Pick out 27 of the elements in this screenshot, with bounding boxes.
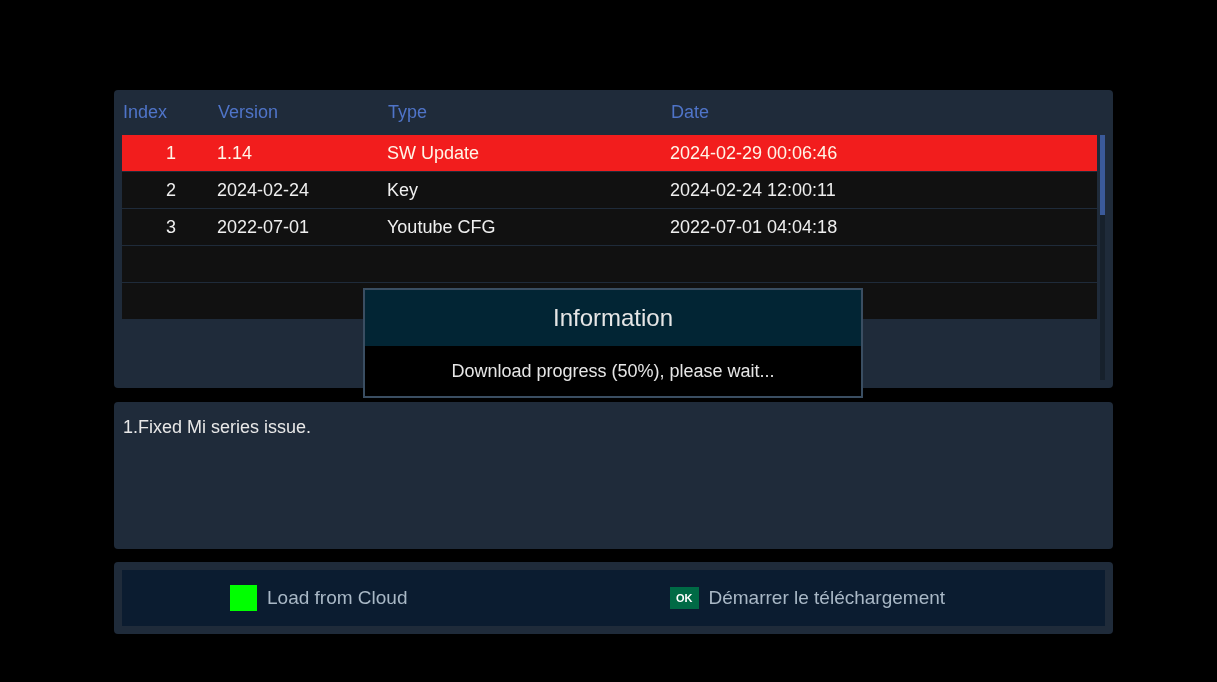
release-notes: 1.Fixed Mi series issue. bbox=[123, 416, 313, 439]
ok-key-badge: OK bbox=[670, 586, 699, 610]
table-cell: 2024-02-24 bbox=[217, 179, 310, 200]
dialog-message: Download progress (50%), please wait... bbox=[450, 359, 776, 383]
scrollbar-thumb[interactable] bbox=[1100, 135, 1105, 215]
table-cell: SW Update bbox=[387, 142, 480, 163]
column-header: Version bbox=[218, 101, 280, 124]
column-header: Type bbox=[388, 101, 429, 124]
column-header: Date bbox=[671, 101, 711, 124]
scrollbar-track[interactable] bbox=[1100, 135, 1105, 380]
table-cell: 2 bbox=[166, 179, 176, 200]
table-cell: 1.14 bbox=[217, 142, 253, 163]
table-cell: Key bbox=[387, 179, 419, 200]
table-cell: 1 bbox=[166, 142, 176, 163]
table-row[interactable]: 2 2024-02-24 Key 2024-02-24 12:00:11 bbox=[122, 172, 1097, 209]
table-cell: 2022-07-01 04:04:18 bbox=[670, 216, 838, 237]
table-row[interactable]: 3 2022-07-01 Youtube CFG 2022-07-01 04:04:18 bbox=[122, 209, 1097, 246]
dialog-title: Information bbox=[365, 290, 861, 346]
hint-label: Démarrer le téléchargement bbox=[708, 585, 946, 610]
table-cell: 2022-07-01 bbox=[217, 216, 310, 237]
table-cell: 2024-02-29 00:06:46 bbox=[670, 142, 838, 163]
table-row[interactable]: 1 1.14 SW Update 2024-02-29 00:06:46 bbox=[122, 135, 1097, 172]
column-header: Index bbox=[123, 101, 169, 124]
hint-label: Load from Cloud bbox=[267, 585, 408, 610]
table-cell: Youtube CFG bbox=[387, 216, 496, 237]
table-cell: 2024-02-24 12:00:11 bbox=[670, 179, 836, 200]
table-cell: 3 bbox=[166, 216, 176, 237]
